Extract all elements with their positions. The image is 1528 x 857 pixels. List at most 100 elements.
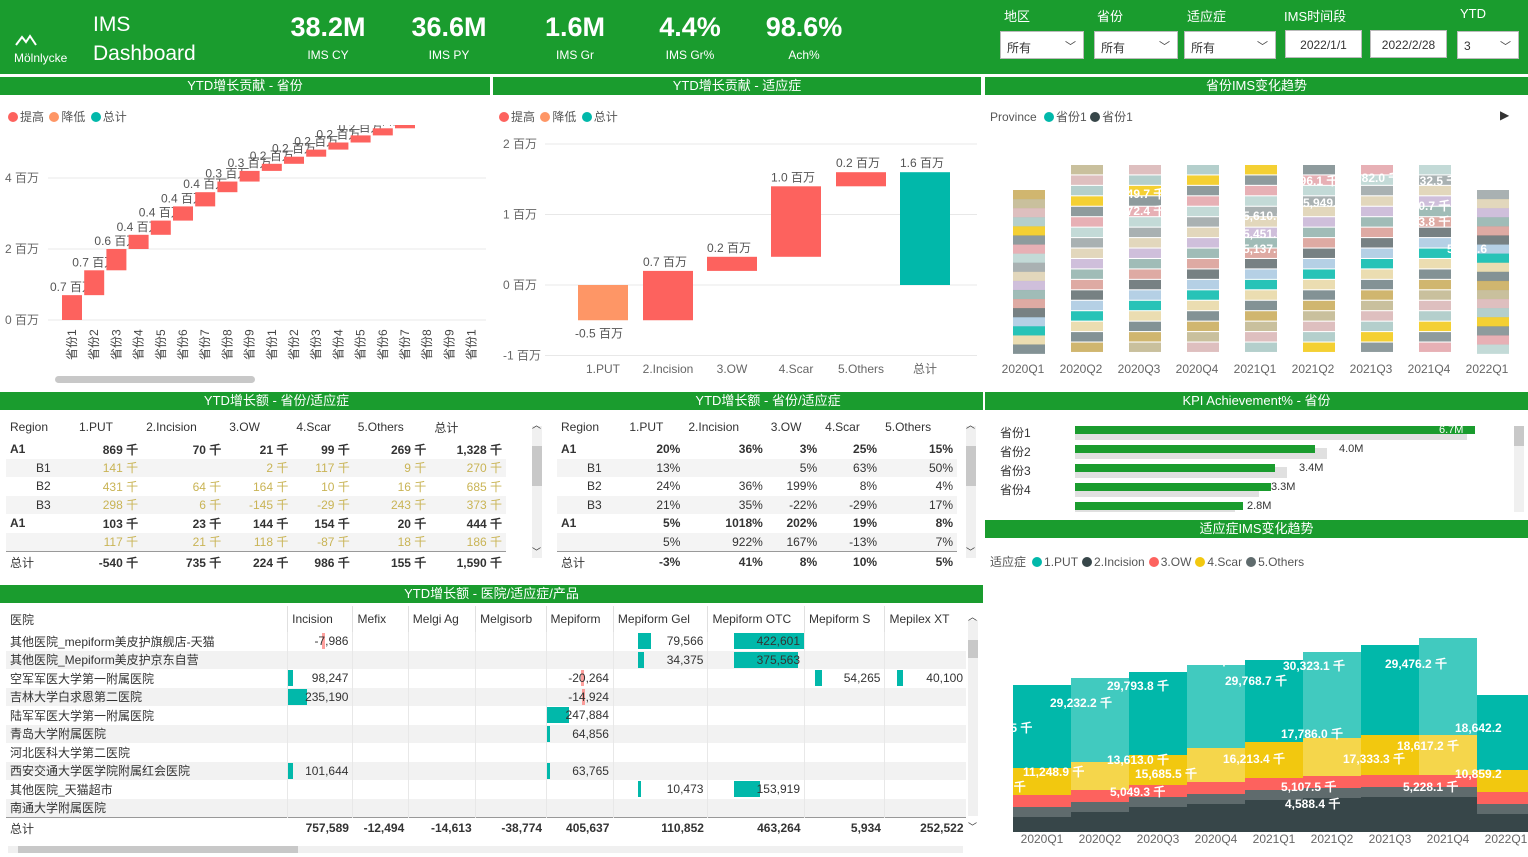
ribbon-segment[interactable] xyxy=(1129,238,1161,248)
ribbon-segment[interactable] xyxy=(1361,311,1393,321)
filter-ytd-dropdown[interactable]: 3 ﹀ xyxy=(1457,31,1519,59)
ribbon-segment[interactable] xyxy=(1071,300,1103,311)
waterfall-bar[interactable] xyxy=(239,170,260,182)
column-header[interactable]: Melgisorb xyxy=(475,606,547,632)
column-header[interactable]: Mepiform xyxy=(546,606,614,632)
ribbon-segment[interactable] xyxy=(1419,311,1451,321)
ribbon-segment[interactable] xyxy=(1187,175,1219,185)
scroll-down-icon[interactable]: ﹀ xyxy=(966,545,975,558)
ribbon-segment[interactable] xyxy=(1303,342,1335,352)
column-header[interactable]: 5.Others xyxy=(354,414,431,440)
waterfall-bar[interactable] xyxy=(707,256,757,271)
ribbon-segment[interactable] xyxy=(1303,227,1335,238)
ribbon-segment[interactable] xyxy=(1071,342,1103,352)
filter-period-start[interactable]: 2022/1/1 xyxy=(1285,30,1362,58)
ribbon-incision[interactable] xyxy=(1187,804,1245,832)
column-header[interactable]: Mepiform OTC xyxy=(707,606,805,632)
ribbon-segment[interactable] xyxy=(1187,300,1219,311)
ribbon-incision[interactable] xyxy=(1013,817,1071,832)
ribbon-segment[interactable] xyxy=(1245,196,1277,206)
ribbon-others[interactable] xyxy=(1071,802,1129,812)
waterfall-bar[interactable] xyxy=(578,285,628,321)
ribbon-segment[interactable] xyxy=(1303,311,1335,321)
ribbon-segment[interactable] xyxy=(1071,175,1103,185)
waterfall-bar[interactable] xyxy=(261,163,282,171)
filter-indication-dropdown[interactable]: 所有 ﹀ xyxy=(1184,31,1276,59)
scroll-down-icon[interactable]: ﹀ xyxy=(968,820,977,833)
ribbon-segment[interactable] xyxy=(1071,196,1103,206)
ribbon-segment[interactable] xyxy=(1245,259,1277,269)
ribbon-segment[interactable] xyxy=(1419,290,1451,300)
column-header[interactable]: Region xyxy=(6,414,75,440)
ribbon-segment[interactable] xyxy=(1013,235,1045,245)
ribbon-segment[interactable] xyxy=(1187,248,1219,258)
ribbon-segment[interactable] xyxy=(1245,175,1277,185)
waterfall-bar[interactable] xyxy=(106,249,127,271)
ribbon-segment[interactable] xyxy=(1187,279,1219,290)
ribbon-segment[interactable] xyxy=(1245,185,1277,196)
waterfall-bar[interactable] xyxy=(217,181,238,193)
ribbon-segment[interactable] xyxy=(1187,342,1219,352)
ribbon-segment[interactable] xyxy=(1361,259,1393,269)
ribbon-segment[interactable] xyxy=(1013,280,1045,291)
ribbon-ow[interactable] xyxy=(1187,782,1245,794)
ribbon-incision[interactable] xyxy=(1129,807,1187,832)
ribbon-segment[interactable] xyxy=(1187,269,1219,279)
column-header[interactable]: 医院 xyxy=(6,606,289,632)
ribbon-segment[interactable] xyxy=(1013,344,1045,354)
ribbon-segment[interactable] xyxy=(1071,185,1103,196)
column-header[interactable]: Mepiform Gel xyxy=(613,606,709,632)
ribbon-segment[interactable] xyxy=(1419,279,1451,290)
ribbon-segment[interactable] xyxy=(1071,206,1103,217)
ribbon-segment[interactable] xyxy=(1419,321,1451,332)
waterfall-bar[interactable] xyxy=(836,172,886,187)
column-header[interactable]: Mepiform S xyxy=(804,606,886,632)
ribbon-segment[interactable] xyxy=(1013,308,1045,318)
ribbon-segment[interactable] xyxy=(1245,321,1277,332)
scroll-down-icon[interactable]: ﹀ xyxy=(532,545,541,558)
column-header[interactable]: 1.PUT xyxy=(75,414,142,440)
ribbon-segment[interactable] xyxy=(1419,227,1451,238)
ribbon-segment[interactable] xyxy=(1419,342,1451,352)
ribbon-segment[interactable] xyxy=(1013,289,1045,300)
ribbon-segment[interactable] xyxy=(1187,238,1219,248)
column-header[interactable]: 4.Scar xyxy=(821,414,881,440)
ribbon-segment[interactable] xyxy=(1477,280,1509,291)
ribbon-segment[interactable] xyxy=(1361,342,1393,352)
ribbon-segment[interactable] xyxy=(1303,217,1335,227)
ribbon-segment[interactable] xyxy=(1245,269,1277,279)
ribbon-segment[interactable] xyxy=(1187,196,1219,206)
ribbon-segment[interactable] xyxy=(1477,289,1509,300)
scroll-up-icon[interactable]: ︿ xyxy=(966,418,975,431)
waterfall-bar[interactable] xyxy=(306,149,327,157)
ribbon-segment[interactable] xyxy=(1477,344,1509,354)
waterfall-bar[interactable] xyxy=(771,186,821,257)
ribbon-segment[interactable] xyxy=(1303,238,1335,248)
waterfall-bar[interactable] xyxy=(150,220,171,235)
ribbon-segment[interactable] xyxy=(1477,217,1509,227)
ribbon-segment[interactable] xyxy=(1477,308,1509,318)
filter-period-end[interactable]: 2022/2/28 xyxy=(1370,30,1447,58)
ribbon-segment[interactable] xyxy=(1303,290,1335,300)
ribbon-segment[interactable] xyxy=(1013,208,1045,218)
ribbon-segment[interactable] xyxy=(1303,259,1335,269)
legend-label[interactable]: 3.OW xyxy=(1161,555,1192,569)
ribbon-segment[interactable] xyxy=(1071,269,1103,279)
vertical-scrollbar[interactable] xyxy=(532,426,542,558)
ribbon-segment[interactable] xyxy=(1129,227,1161,238)
achievement-bar[interactable] xyxy=(1075,426,1475,434)
ribbon-segment[interactable] xyxy=(1013,199,1045,209)
ribbon-segment[interactable] xyxy=(1477,199,1509,209)
ribbon-segment[interactable] xyxy=(1129,279,1161,290)
ribbon-segment[interactable] xyxy=(1129,332,1161,342)
ribbon-segment[interactable] xyxy=(1477,226,1509,236)
ribbon-segment[interactable] xyxy=(1477,317,1509,327)
vertical-scrollbar[interactable] xyxy=(968,620,978,816)
ribbon-segment[interactable] xyxy=(1361,185,1393,196)
filter-region-dropdown[interactable]: 所有 ﹀ xyxy=(1000,31,1084,59)
ribbon-segment[interactable] xyxy=(1129,217,1161,227)
waterfall-bar[interactable] xyxy=(350,135,371,143)
ribbon-others[interactable] xyxy=(1187,794,1245,804)
waterfall-bar[interactable] xyxy=(900,172,950,285)
ribbon-segment[interactable] xyxy=(1071,217,1103,227)
